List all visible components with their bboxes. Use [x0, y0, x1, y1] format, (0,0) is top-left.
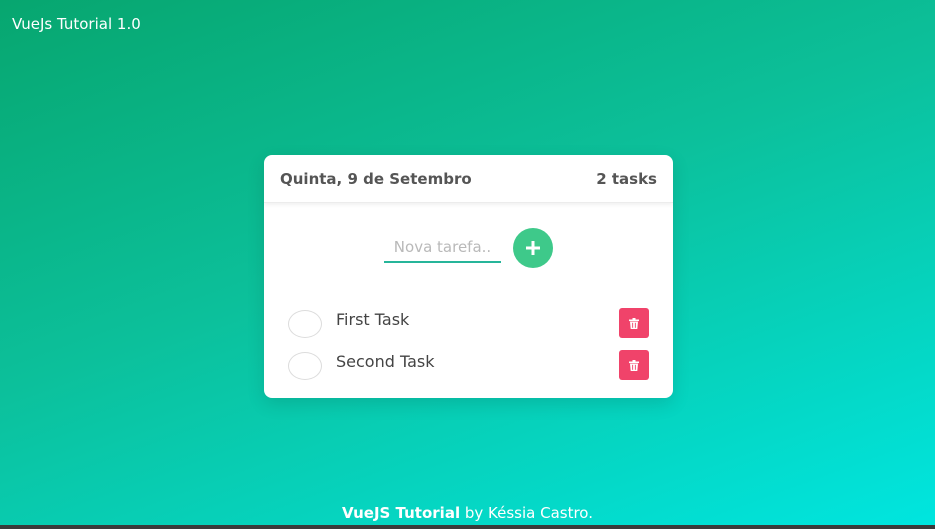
trash-icon — [629, 359, 639, 371]
task-item: Second Task — [288, 343, 649, 385]
footer-brand: VueJS Tutorial — [342, 504, 461, 522]
footer-byline: by Késsia Castro. — [460, 504, 593, 522]
plus-icon — [526, 241, 540, 255]
delete-task-button[interactable] — [619, 350, 649, 380]
task-checkbox[interactable] — [288, 310, 322, 338]
task-list: First Task Second Task — [288, 301, 649, 385]
app-title: VueJs Tutorial 1.0 — [12, 15, 141, 33]
new-task-input[interactable] — [384, 233, 501, 263]
footer: VueJS Tutorial by Késsia Castro. — [0, 504, 935, 522]
delete-task-button[interactable] — [619, 308, 649, 338]
card-header: Quinta, 9 de Setembro 2 tasks — [264, 155, 673, 203]
task-count: 2 tasks — [596, 169, 657, 188]
bottom-bar — [0, 525, 935, 529]
todo-card: Quinta, 9 de Setembro 2 tasks First Task — [264, 155, 673, 398]
trash-icon — [629, 317, 639, 329]
add-task-row — [384, 228, 553, 268]
task-checkbox[interactable] — [288, 352, 322, 380]
add-task-button[interactable] — [513, 228, 553, 268]
task-item: First Task — [288, 301, 649, 343]
task-label: First Task — [336, 309, 410, 329]
task-label: Second Task — [336, 351, 435, 371]
date-label: Quinta, 9 de Setembro — [280, 169, 472, 188]
